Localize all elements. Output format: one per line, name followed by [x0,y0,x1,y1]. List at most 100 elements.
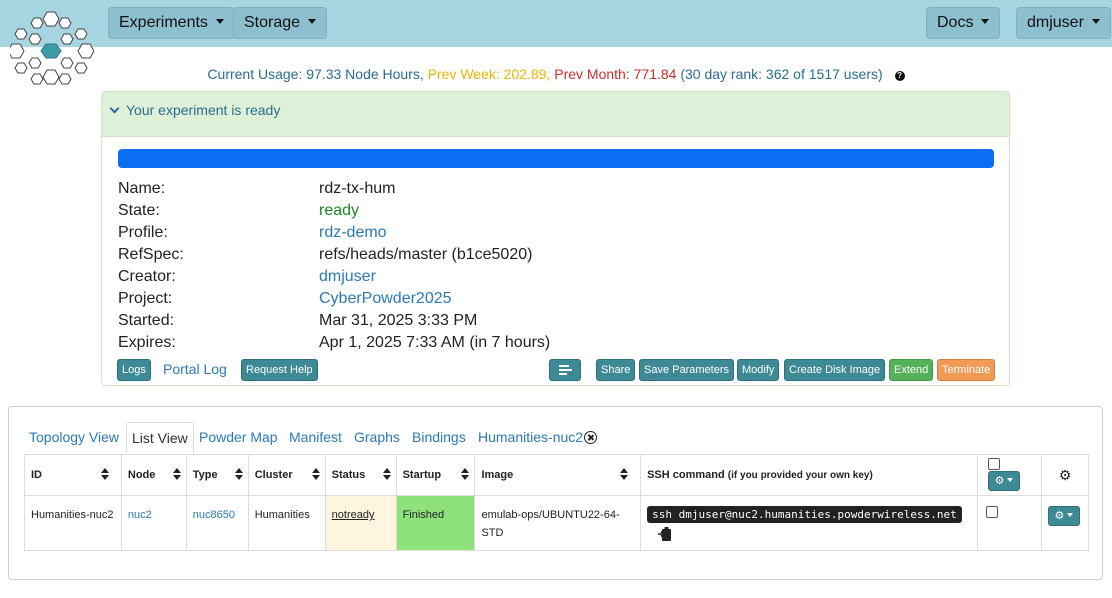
list-view-button[interactable] [549,359,581,381]
row-actions-cell: ⚙ [1040,495,1090,551]
experiment-state: ready [319,202,360,219]
experiment-status-heading: Your experiment is ready [126,102,281,118]
col-status-label: Status [331,469,366,481]
creator-link[interactable]: dmjuser [319,268,376,285]
list-icon [559,365,572,375]
portal-log-link[interactable]: Portal Log [163,361,227,377]
col-node-label: Node [127,469,156,481]
expires-label: Expires: [118,334,176,351]
tab-list-view[interactable]: List View [126,422,194,453]
docs-menu-button[interactable]: Docs [926,7,1001,39]
col-select-header: ⚙ [977,454,1042,496]
tab-manifest[interactable]: Manifest [284,422,347,453]
save-parameters-button[interactable]: Save Parameters [639,359,734,381]
row-status-cell: notready [324,495,397,551]
row-node-link[interactable]: nuc2 [120,495,187,551]
caret-down-icon [1091,19,1100,24]
row-id: Humanities-nuc2 [24,495,122,551]
state-label: State: [118,202,160,219]
started-label: Started: [118,312,175,329]
tab-graphs[interactable]: Graphs [349,422,405,453]
user-menu-button[interactable]: dmjuser [1016,7,1111,39]
sort-icon[interactable] [101,468,110,480]
view-tabs: Topology View List View Powder Map Manif… [24,422,1088,453]
clipboard-icon[interactable] [657,526,673,542]
create-disk-image-button[interactable]: Create Disk Image [784,359,886,381]
tab-bindings[interactable]: Bindings [407,422,471,453]
table-header-row: ID Node Type Cluster Status Startup Imag… [24,454,1090,496]
ssh-command[interactable]: ssh dmjuser@nuc2.humanities.powderwirele… [647,506,962,523]
tab-topology-view[interactable]: Topology View [24,422,124,453]
node-list-table: ID Node Type Cluster Status Startup Imag… [24,454,1090,551]
row-select-cell [977,495,1042,551]
sort-icon[interactable] [620,468,629,480]
col-image-label: Image [481,469,514,481]
experiment-refspec: refs/heads/master (b1ce5020) [319,246,533,263]
col-cluster-header[interactable]: Cluster [247,454,326,496]
experiment-name: rdz-tx-hum [319,180,396,197]
extend-button[interactable]: Extend [889,359,934,381]
snowflake-hexagon-logo[interactable] [10,10,94,86]
row-select-checkbox[interactable] [986,506,999,518]
chevron-down-icon[interactable] [109,103,120,114]
row-image: emulab-ops/UBUNTU22-64-STD [474,495,642,551]
storage-menu-button[interactable]: Storage [233,7,328,39]
sort-icon[interactable] [383,468,392,480]
request-help-button[interactable]: Request Help [241,359,318,381]
tab-humanities-nuc2[interactable]: Humanities-nuc2 [473,422,602,453]
row-status[interactable]: notready [332,509,375,521]
col-cluster-label: Cluster [254,469,293,481]
tab-humanities-nuc2-label: Humanities-nuc2 [478,429,584,445]
col-image-header[interactable]: Image [474,454,642,496]
experiment-started: Mar 31, 2025 3:33 PM [319,312,478,329]
profile-link[interactable]: rdz-demo [319,224,387,241]
row-type-link[interactable]: nuc8650 [185,495,249,551]
col-node-header[interactable]: Node [120,454,187,496]
col-type-label: Type [192,469,218,481]
row-actions-button[interactable]: ⚙ [1047,506,1080,526]
name-label: Name: [118,180,166,197]
question-circle-icon[interactable]: ? [894,71,905,81]
table-row: Humanities-nuc2 nuc2 nuc8650 Humanities … [24,495,1090,551]
terminate-button[interactable]: Terminate [937,359,996,381]
sort-icon[interactable] [312,468,321,480]
modify-button[interactable]: Modify [737,359,780,381]
share-button[interactable]: Share [596,359,636,381]
experiments-menu-button[interactable]: Experiments [108,7,235,39]
tab-powder-map[interactable]: Powder Map [194,422,283,453]
close-circle-icon[interactable] [584,431,598,444]
col-ssh-header: SSH command (if you provided your own ke… [640,454,979,496]
caret-down-icon [215,19,224,24]
sort-icon[interactable] [173,468,182,480]
bulk-actions-button[interactable]: ⚙ [988,471,1021,491]
usage-summary: Current Usage: 97.33 Node Hours, Prev We… [0,66,1112,82]
select-all-checkbox[interactable] [988,458,1001,470]
prev-month-usage: Prev Month: 771.84 [554,66,677,82]
gear-icon: ⚙ [1058,466,1072,483]
experiment-status-panel: Your experiment is ready Name: rdz-tx-hum… [101,91,1010,386]
col-startup-header[interactable]: Startup [395,454,476,496]
project-link[interactable]: CyberPowder2025 [319,290,452,307]
col-id-header[interactable]: ID [24,454,122,496]
gear-icon: ⚙ [1054,510,1065,522]
caret-down-icon [981,19,990,24]
col-type-header[interactable]: Type [185,454,249,496]
sort-icon[interactable] [461,468,470,480]
experiment-progress-bar [118,149,994,168]
col-ssh-note: (if you provided your own key) [727,470,873,481]
current-usage: Current Usage: 97.33 Node Hours, [207,66,424,82]
row-cluster: Humanities [247,495,326,551]
col-startup-label: Startup [402,469,442,481]
col-actions-header: ⚙ [1040,454,1090,496]
experiment-status-header[interactable]: Your experiment is ready [102,92,1009,137]
logs-button[interactable]: Logs [117,359,151,381]
experiments-menu-label: Experiments [119,14,208,31]
user-menu-label: dmjuser [1027,14,1084,31]
profile-label: Profile: [118,224,168,241]
storage-menu-label: Storage [244,14,301,31]
gear-icon: ⚙ [994,475,1005,487]
col-status-header[interactable]: Status [324,454,397,496]
sort-icon[interactable] [235,468,244,480]
caret-down-icon [1007,478,1014,482]
experiment-views-panel: Topology View List View Powder Map Manif… [8,406,1103,580]
